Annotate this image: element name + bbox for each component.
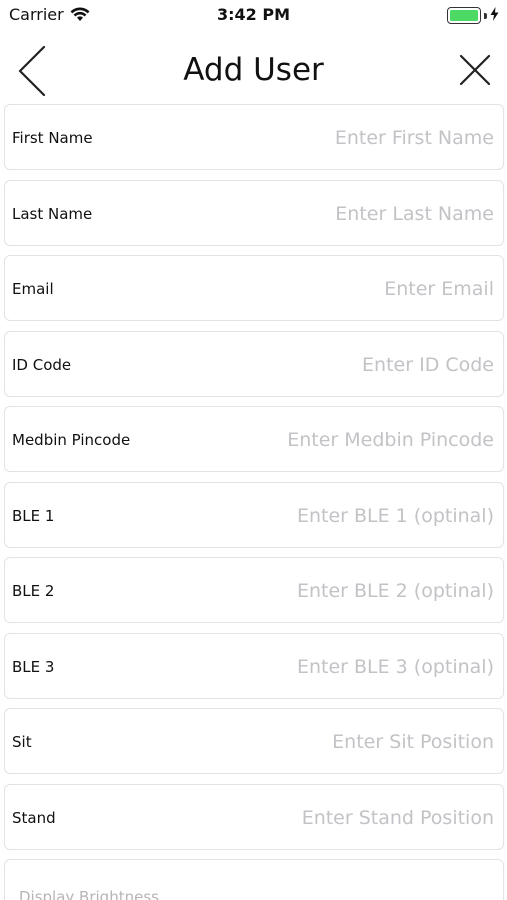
battery-tip (484, 12, 487, 19)
ble-2-label: BLE 2 (12, 582, 55, 600)
navigation-bar: Add User (0, 38, 507, 104)
form-row-id-code: ID Code (4, 330, 504, 397)
clock: 3:42 PM (216, 5, 290, 24)
add-user-screen: Carrier 3:42 PM Add User First Name Ente… (0, 0, 507, 900)
form-row-display-brightness[interactable]: Display Brightness (4, 859, 504, 900)
form-row-stand: Stand (4, 783, 504, 850)
display-brightness-label: Display Brightness (19, 888, 159, 900)
last-name-label: Last Name (12, 204, 93, 223)
medbin-pincode-input[interactable] (194, 421, 494, 459)
battery-fill (450, 10, 478, 21)
battery-icon (447, 7, 481, 24)
id-code-label: ID Code (12, 355, 72, 374)
status-bar: Carrier 3:42 PM (0, 0, 507, 30)
page-title: Add User (183, 52, 324, 88)
stand-position-input[interactable] (194, 798, 494, 837)
bolt-icon (490, 6, 499, 25)
close-button[interactable] (457, 52, 493, 88)
first-name-input[interactable] (194, 119, 494, 157)
add-user-form: First Name Last Name Email ID Code Medbi… (4, 104, 504, 900)
form-row-sit: Sit (4, 708, 504, 774)
sit-position-input[interactable] (194, 723, 494, 761)
form-row-email: Email (4, 255, 504, 321)
form-row-ble-1: BLE 1 (4, 481, 504, 548)
ble-3-label: BLE 3 (12, 657, 55, 676)
email-input[interactable] (194, 270, 494, 308)
id-code-input[interactable] (194, 345, 494, 384)
medbin-pincode-label: Medbin Pincode (12, 431, 131, 449)
email-label: Email (12, 280, 54, 298)
form-row-last-name: Last Name (4, 179, 504, 246)
stand-label: Stand (12, 808, 56, 827)
last-name-input[interactable] (194, 194, 494, 233)
close-icon (457, 54, 493, 92)
ble-3-input[interactable] (194, 647, 494, 686)
form-row-medbin-pincode: Medbin Pincode (4, 406, 504, 472)
first-name-label: First Name (12, 129, 93, 147)
ble-1-input[interactable] (194, 496, 494, 535)
ble-1-label: BLE 1 (12, 506, 55, 525)
ble-2-input[interactable] (194, 572, 494, 610)
form-row-first-name: First Name (4, 104, 504, 170)
sit-label: Sit (12, 733, 32, 751)
form-row-ble-2: BLE 2 (4, 557, 504, 623)
form-row-ble-3: BLE 3 (4, 632, 504, 699)
battery-indicator (447, 6, 499, 25)
